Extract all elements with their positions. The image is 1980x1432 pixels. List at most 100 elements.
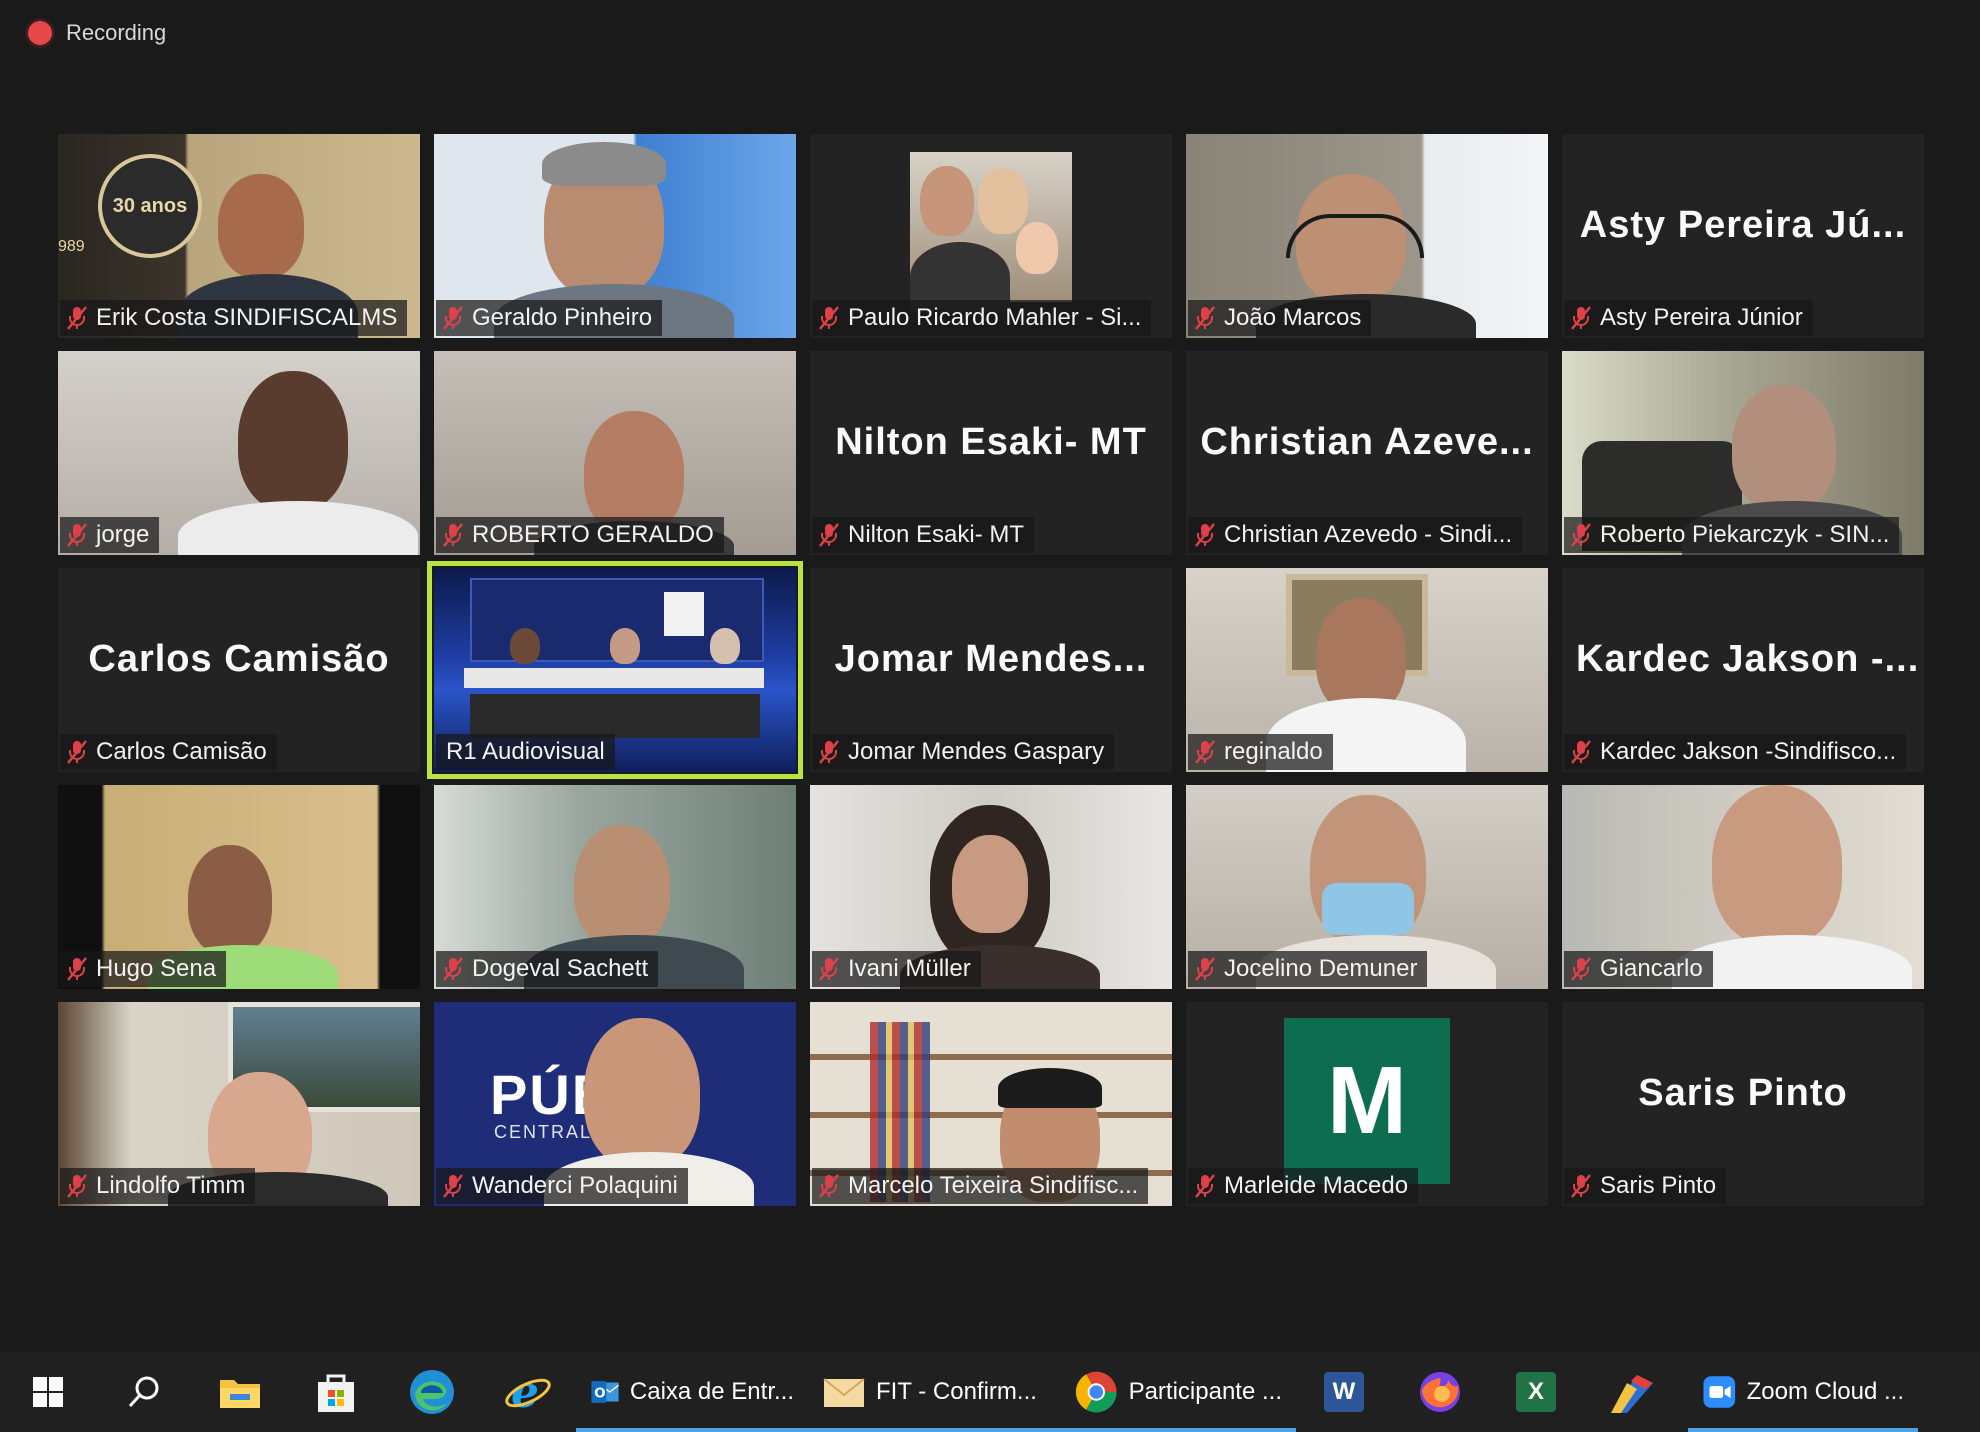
internet-explorer-icon[interactable]: e <box>480 1352 576 1432</box>
name-tag: Wanderci Polaquini <box>436 1168 688 1204</box>
name-tag: Roberto Piekarczyk - SIN... <box>1564 517 1900 553</box>
participant-tile-erik[interactable]: 30 anos 989 Erik Costa SINDIFISCALMS <box>58 134 420 338</box>
muted-mic-icon <box>1571 740 1591 764</box>
name-tag: Carlos Camisão <box>60 734 277 770</box>
search-icon[interactable] <box>96 1352 192 1432</box>
file-explorer-icon[interactable] <box>192 1352 288 1432</box>
participant-name: Wanderci Polaquini <box>472 1172 678 1199</box>
name-tag: Dogeval Sachett <box>436 951 659 987</box>
display-name-placeholder: Christian Azeve... <box>1200 421 1534 463</box>
mail-envelope-icon <box>823 1378 865 1407</box>
profile-photo <box>910 152 1072 312</box>
participant-tile-hugo[interactable]: Hugo Sena <box>58 785 420 989</box>
windows-start-icon[interactable] <box>0 1352 96 1432</box>
muted-mic-icon <box>1571 1174 1591 1198</box>
participant-tile-asty[interactable]: Asty Pereira Jú... Asty Pereira Júnior <box>1562 134 1924 338</box>
participant-tile-reginaldo[interactable]: reginaldo <box>1186 568 1548 772</box>
paint-icon[interactable] <box>1584 1352 1680 1432</box>
svg-text:e: e <box>511 1367 539 1417</box>
participant-name: Dogeval Sachett <box>472 955 649 982</box>
participant-tile-nilton[interactable]: Nilton Esaki- MT Nilton Esaki- MT <box>810 351 1172 555</box>
muted-mic-icon <box>819 306 839 330</box>
muted-mic-icon <box>1571 957 1591 981</box>
taskbar-app-label: Participante ... <box>1128 1378 1282 1405</box>
store-icon[interactable] <box>288 1352 384 1432</box>
participant-name: Geraldo Pinheiro <box>472 304 653 331</box>
participant-tile-kardec[interactable]: Kardec Jakson -... Kardec Jakson -Sindif… <box>1562 568 1924 772</box>
participant-name: Erik Costa SINDIFISCALMS <box>96 304 398 331</box>
excel-icon[interactable]: X <box>1488 1352 1584 1432</box>
participant-name: Asty Pereira Júnior <box>1600 304 1803 331</box>
participant-tile-jomar[interactable]: Jomar Mendes... Jomar Mendes Gaspary <box>810 568 1172 772</box>
name-tag: Erik Costa SINDIFISCALMS <box>60 300 408 336</box>
participant-tile-carlos[interactable]: Carlos Camisão Carlos Camisão <box>58 568 420 772</box>
name-tag: Saris Pinto <box>1564 1168 1727 1204</box>
display-name-placeholder: Nilton Esaki- MT <box>835 421 1147 463</box>
participant-tile-ivani[interactable]: Ivani Müller <box>810 785 1172 989</box>
name-tag: Jocelino Demuner <box>1188 951 1428 987</box>
participant-name: Ivani Müller <box>848 955 971 982</box>
taskbar-app-chrome[interactable]: Participante ... <box>1060 1352 1296 1432</box>
participant-name: Marleide Macedo <box>1224 1172 1409 1199</box>
taskbar-app-label: Caixa de Entr... <box>629 1378 794 1405</box>
name-tag: Marcelo Teixeira Sindifisc... <box>812 1168 1149 1204</box>
muted-mic-icon <box>67 306 87 330</box>
participant-tile-paulo[interactable]: Paulo Ricardo Mahler - Si... <box>810 134 1172 338</box>
name-tag: Geraldo Pinheiro <box>436 300 663 336</box>
taskbar-app-zoom[interactable]: Zoom Cloud ... <box>1688 1352 1918 1432</box>
participant-tile-dogeval[interactable]: Dogeval Sachett <box>434 785 796 989</box>
participant-tile-jocelino[interactable]: Jocelino Demuner <box>1186 785 1548 989</box>
participant-tile-lindolfo[interactable]: Lindolfo Timm <box>58 1002 420 1206</box>
word-icon[interactable]: W <box>1296 1352 1392 1432</box>
recording-label: Recording <box>66 20 167 45</box>
edge-icon[interactable] <box>384 1352 480 1432</box>
name-tag: João Marcos <box>1188 300 1372 336</box>
participant-tile-jorge[interactable]: jorge <box>58 351 420 555</box>
muted-mic-icon <box>1195 306 1215 330</box>
participant-name: João Marcos <box>1224 304 1362 331</box>
taskbar-app-label: FIT - Confirm... <box>876 1378 1037 1405</box>
taskbar: e O Caixa de Entr... FIT - Confirm... Pa… <box>0 1352 1980 1432</box>
firefox-icon[interactable] <box>1392 1352 1488 1432</box>
participant-tile-roberto-geraldo[interactable]: ROBERTO GERALDO <box>434 351 796 555</box>
muted-mic-icon <box>819 957 839 981</box>
participant-name: R1 Audiovisual <box>446 738 605 765</box>
name-tag: Giancarlo <box>1564 951 1713 987</box>
muted-mic-icon <box>819 523 839 547</box>
name-tag: Marleide Macedo <box>1188 1168 1419 1204</box>
participant-tile-roberto-piekarczyk[interactable]: Roberto Piekarczyk - SIN... <box>1562 351 1924 555</box>
participant-tile-marleide[interactable]: M Marleide Macedo <box>1186 1002 1548 1206</box>
display-name-placeholder: Jomar Mendes... <box>834 638 1148 680</box>
participant-tile-joao[interactable]: João Marcos <box>1186 134 1548 338</box>
taskbar-app-mail[interactable]: FIT - Confirm... <box>808 1352 1060 1432</box>
participant-name: Christian Azevedo - Sindi... <box>1224 521 1513 548</box>
name-tag: Ivani Müller <box>812 951 981 987</box>
participant-tile-christian[interactable]: Christian Azeve... Christian Azevedo - S… <box>1186 351 1548 555</box>
muted-mic-icon <box>67 523 87 547</box>
muted-mic-icon <box>443 957 463 981</box>
svg-text:O: O <box>594 1385 606 1401</box>
participant-name: Kardec Jakson -Sindifisco... <box>1600 738 1897 765</box>
muted-mic-icon <box>67 957 87 981</box>
participant-tile-giancarlo[interactable]: Giancarlo <box>1562 785 1924 989</box>
avatar: M <box>1284 1018 1450 1184</box>
anniversary-badge: 30 anos <box>98 154 202 258</box>
name-tag: Nilton Esaki- MT <box>812 517 1035 553</box>
participant-name: Jomar Mendes Gaspary <box>848 738 1105 765</box>
name-tag: ROBERTO GERALDO <box>436 517 724 553</box>
participant-tile-marcelo[interactable]: Marcelo Teixeira Sindifisc... <box>810 1002 1172 1206</box>
participant-tile-geraldo[interactable]: Geraldo Pinheiro <box>434 134 796 338</box>
muted-mic-icon <box>819 1174 839 1198</box>
participant-tile-wanderci[interactable]: PÚB A CENTRAL DOR Wanderci Polaquini <box>434 1002 796 1206</box>
muted-mic-icon <box>443 1174 463 1198</box>
badge-year: 989 <box>58 238 85 255</box>
participant-tile-r1-active-speaker[interactable]: R1 Audiovisual <box>427 561 803 779</box>
taskbar-app-outlook[interactable]: O Caixa de Entr... <box>576 1352 808 1432</box>
participant-name: Paulo Ricardo Mahler - Si... <box>848 304 1142 331</box>
participant-name: jorge <box>96 521 150 548</box>
participant-tile-saris[interactable]: Saris Pinto Saris Pinto <box>1562 1002 1924 1206</box>
muted-mic-icon <box>1571 523 1591 547</box>
name-tag: Hugo Sena <box>60 951 227 987</box>
muted-mic-icon <box>1195 523 1215 547</box>
muted-mic-icon <box>67 740 87 764</box>
